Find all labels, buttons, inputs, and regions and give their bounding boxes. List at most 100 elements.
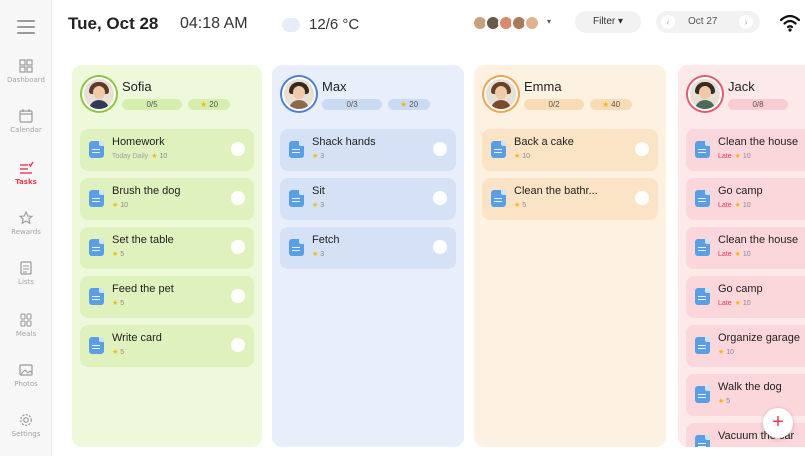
task-points: 10: [120, 202, 129, 209]
task-meta: Late ★ 10: [718, 201, 751, 209]
sidebar-item-tasks[interactable]: Tasks: [0, 160, 52, 198]
document-icon: [695, 435, 710, 447]
complete-checkbox[interactable]: [433, 240, 447, 254]
document-icon: [89, 190, 104, 207]
task-meta: Today Daily ★ 10: [112, 152, 167, 160]
current-date-label[interactable]: Oct 27: [688, 16, 717, 27]
member-column: Jack 0/8 Clean the house Late ★ 10 Go camp Late…: [678, 65, 805, 447]
task-points: 10: [159, 153, 168, 160]
task-card[interactable]: Clean the house Late ★ 10: [686, 227, 805, 269]
task-name: Back a cake: [514, 136, 574, 148]
task-card[interactable]: Clean the bathr... ★ 5: [482, 178, 658, 220]
task-meta: Late ★ 10: [718, 299, 751, 307]
avatar[interactable]: [82, 77, 116, 111]
task-name: Clean the house: [718, 136, 799, 148]
avatar[interactable]: [688, 77, 722, 111]
complete-checkbox[interactable]: [433, 142, 447, 156]
sidebar-item-photos[interactable]: Photos: [0, 362, 52, 400]
task-points: 5: [726, 398, 731, 405]
sidebar-item-settings[interactable]: Settings: [0, 412, 52, 450]
star-icon: ★: [151, 153, 158, 160]
add-task-button[interactable]: +: [763, 408, 793, 438]
task-card[interactable]: Fetch ★ 3: [280, 227, 456, 269]
member-avatars-dropdown[interactable]: ▾: [472, 13, 562, 35]
sidebar-item-rewards[interactable]: Rewards: [0, 210, 52, 248]
task-card[interactable]: Feed the pet ★ 5: [80, 276, 254, 318]
sidebar-item-dashboard[interactable]: Dashboard: [0, 58, 52, 96]
sidebar-item-calendar[interactable]: Calendar: [0, 108, 52, 146]
complete-checkbox[interactable]: [231, 191, 245, 205]
document-icon: [695, 386, 710, 403]
sidebar-item-label: Meals: [15, 330, 37, 338]
points-value: 40: [611, 100, 621, 109]
late-badge: Late: [718, 202, 732, 209]
member-column: Sofia 0/5 ★ 20 Homework Today Daily ★ 10 Brush t…: [72, 65, 262, 447]
sidebar-item-label: Settings: [11, 430, 41, 438]
task-name: Organize garage: [718, 332, 800, 344]
document-icon: [695, 288, 710, 305]
next-day-button[interactable]: ›: [739, 15, 753, 29]
avatar[interactable]: [484, 77, 518, 111]
filter-button[interactable]: Filter ▾: [575, 11, 641, 33]
document-icon: [89, 288, 104, 305]
task-points: 10: [742, 153, 751, 160]
points-value: 20: [209, 100, 219, 109]
member-header: Jack 0/8: [686, 77, 805, 119]
sidebar-item-lists[interactable]: Lists: [0, 260, 52, 298]
late-badge: Late: [718, 153, 732, 160]
task-card[interactable]: Set the table ★ 5: [80, 227, 254, 269]
task-name: Brush the dog: [112, 185, 181, 197]
star-icon: ★: [112, 349, 119, 356]
task-card[interactable]: Homework Today Daily ★ 10: [80, 129, 254, 171]
task-progress: 0/8: [728, 99, 788, 110]
task-meta: ★ 5: [112, 299, 124, 307]
member-header: Sofia 0/5 ★ 20: [80, 77, 254, 119]
task-card[interactable]: Brush the dog ★ 10: [80, 178, 254, 220]
complete-checkbox[interactable]: [231, 338, 245, 352]
task-card[interactable]: Write card ★ 5: [80, 325, 254, 367]
task-points: 5: [120, 251, 125, 258]
star-icon: ★: [112, 300, 119, 307]
complete-checkbox[interactable]: [231, 142, 245, 156]
task-card[interactable]: Clean the house Late ★ 10: [686, 129, 805, 171]
document-icon: [491, 141, 506, 158]
task-card[interactable]: Go camp Late ★ 10: [686, 276, 805, 318]
task-card[interactable]: Go camp Late ★ 10: [686, 178, 805, 220]
complete-checkbox[interactable]: [231, 289, 245, 303]
task-name: Walk the dog: [718, 381, 782, 393]
task-points: 10: [522, 153, 531, 160]
tasks-icon: [20, 161, 34, 174]
sidebar-item-meals[interactable]: Meals: [0, 312, 52, 350]
star-icon: ★: [312, 153, 319, 160]
member-column: Emma 0/2 ★ 40 Back a cake ★ 10 Clean the bathr.…: [474, 65, 666, 447]
header-time: 04:18 AM: [180, 15, 248, 32]
task-card[interactable]: Back a cake ★ 10: [482, 129, 658, 171]
member-header: Emma 0/2 ★ 40: [482, 77, 658, 119]
prev-day-button[interactable]: ‹: [661, 15, 675, 29]
points-badge: ★ 20: [388, 99, 430, 110]
task-points: 5: [120, 349, 125, 356]
task-card[interactable]: Sit ★ 3: [280, 178, 456, 220]
task-meta: ★ 10: [514, 152, 530, 160]
task-card[interactable]: Organize garage ★ 10: [686, 325, 805, 367]
task-meta: ★ 3: [312, 250, 324, 258]
complete-checkbox[interactable]: [635, 142, 649, 156]
star-icon: ★: [112, 251, 119, 258]
task-meta: ★ 3: [312, 152, 324, 160]
complete-checkbox[interactable]: [433, 191, 447, 205]
task-points: 10: [742, 202, 751, 209]
list-icon: [20, 261, 32, 275]
avatar: [524, 15, 540, 31]
task-card[interactable]: Walk the dog ★ 5: [686, 374, 805, 416]
avatar[interactable]: [282, 77, 316, 111]
menu-icon[interactable]: [17, 20, 35, 34]
points-badge: ★ 20: [188, 99, 230, 110]
member-header: Max 0/3 ★ 20: [280, 77, 456, 119]
document-icon: [695, 337, 710, 354]
task-card[interactable]: Shack hands ★ 3: [280, 129, 456, 171]
complete-checkbox[interactable]: [231, 240, 245, 254]
task-name: Set the table: [112, 234, 174, 246]
member-name: Sofia: [122, 79, 152, 94]
temperature: 12/6 °C: [309, 16, 360, 33]
complete-checkbox[interactable]: [635, 191, 649, 205]
